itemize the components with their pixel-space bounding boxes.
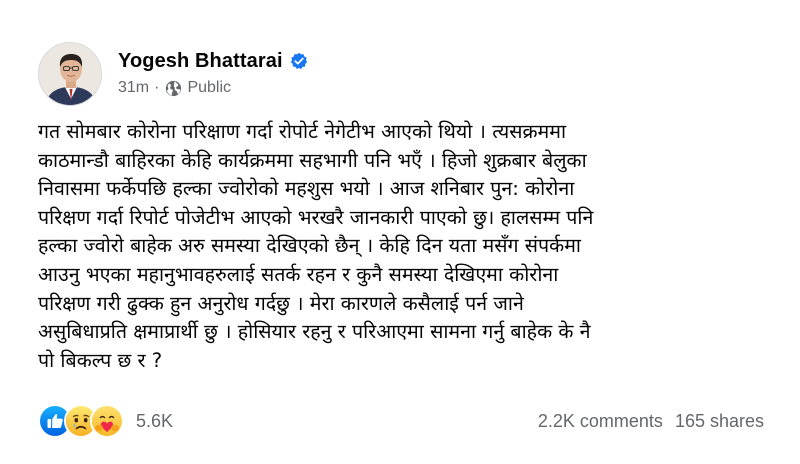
post-subline: 31m · Public: [118, 79, 308, 97]
reactions-summary[interactable]: 5.6K: [38, 404, 173, 438]
verified-badge-icon: [290, 52, 308, 70]
post-body-text: गत सोमबार कोरोना परिक्षाण गर्दा रोपोर्ट …: [38, 120, 594, 372]
avatar[interactable]: [38, 42, 102, 106]
globe-icon[interactable]: [165, 80, 182, 97]
engagement-stats: 2.2K comments 165 shares: [538, 411, 764, 432]
reaction-icons: [38, 404, 124, 438]
privacy-label: Public: [187, 79, 232, 96]
post-timestamp[interactable]: 31m: [118, 79, 149, 97]
reactions-count[interactable]: 5.6K: [136, 411, 173, 432]
post-meta: Yogesh Bhattarai 31m · Public: [118, 47, 308, 97]
comments-count[interactable]: 2.2K comments: [538, 411, 663, 431]
care-icon: [90, 404, 124, 438]
facebook-post: Yogesh Bhattarai 31m · Public गत सोमबार …: [0, 0, 800, 464]
shares-count[interactable]: 165 shares: [675, 411, 764, 431]
post-header: Yogesh Bhattarai 31m · Public: [38, 42, 308, 106]
avatar-portrait: [39, 43, 101, 105]
post-footer: 5.6K 2.2K comments 165 shares: [38, 404, 764, 438]
separator-dot: ·: [154, 79, 160, 96]
author-name[interactable]: Yogesh Bhattarai: [118, 50, 283, 73]
author-row: Yogesh Bhattarai: [118, 47, 308, 75]
